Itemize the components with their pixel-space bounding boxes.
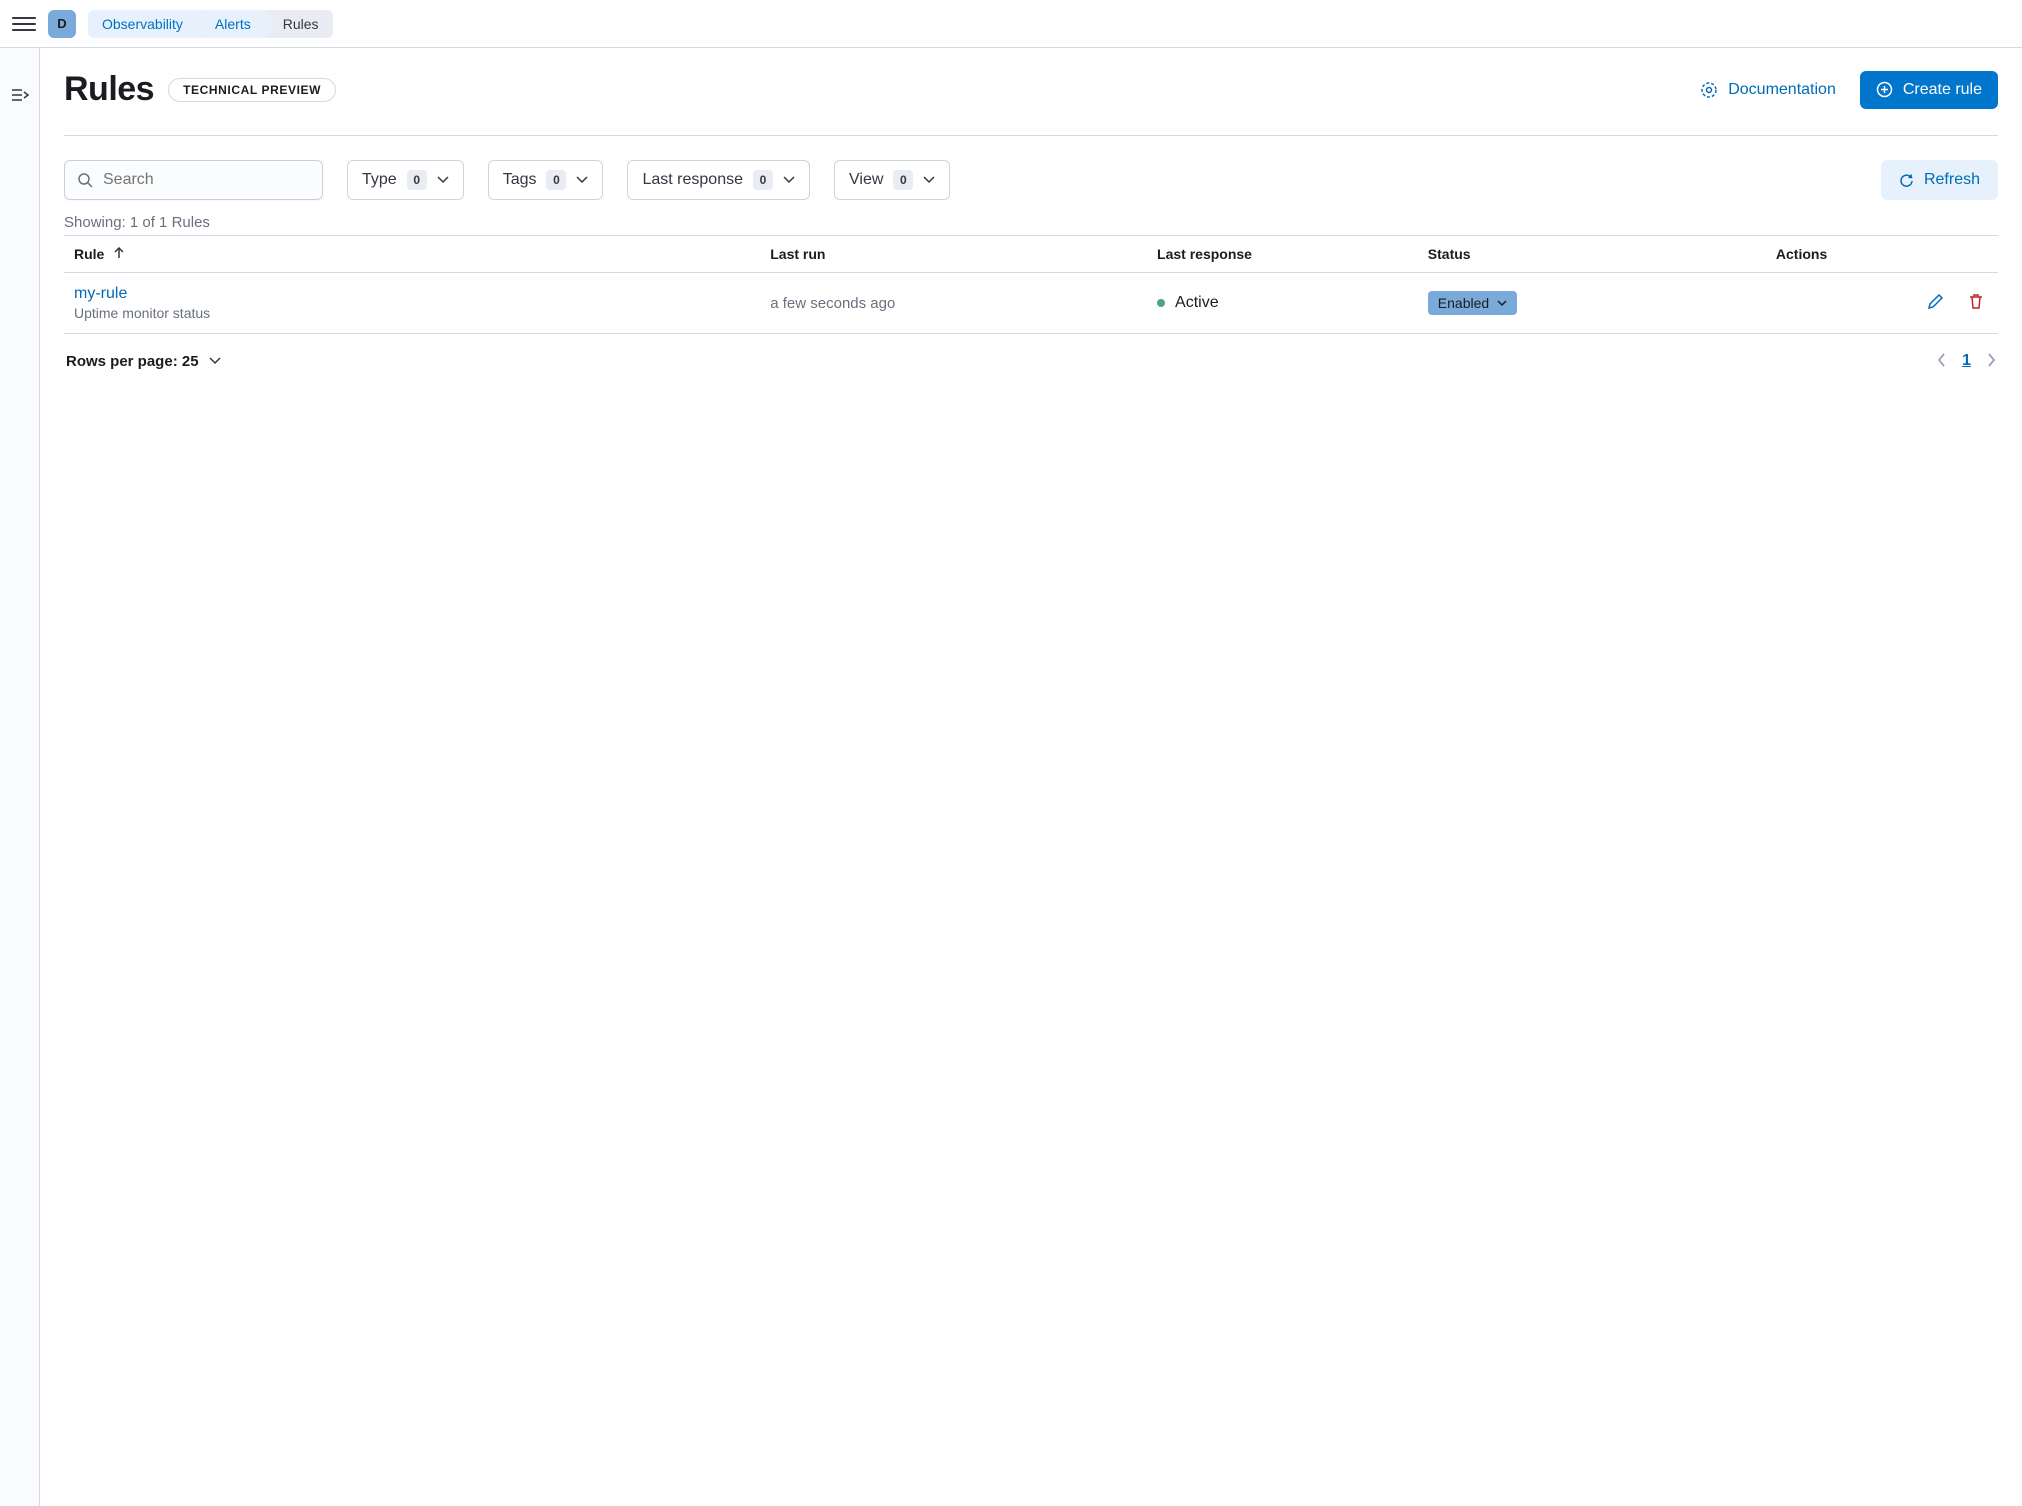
rows-per-page-selector[interactable]: Rows per page: 25	[66, 353, 221, 370]
refresh-icon	[1899, 173, 1914, 188]
pagination-page-1[interactable]: 1	[1962, 352, 1971, 370]
breadcrumb: Observability Alerts Rules	[88, 10, 333, 38]
rows-per-page-label: Rows per page: 25	[66, 353, 199, 370]
documentation-link[interactable]: Documentation	[1700, 81, 1836, 99]
topbar: D Observability Alerts Rules	[0, 0, 2022, 48]
sort-asc-icon	[114, 247, 124, 259]
refresh-label: Refresh	[1924, 171, 1980, 189]
breadcrumb-observability[interactable]: Observability	[88, 10, 197, 38]
pagination-next-button[interactable]	[1987, 353, 1996, 370]
plus-circle-icon	[1876, 81, 1893, 98]
filter-type-button[interactable]: Type 0	[347, 160, 464, 200]
breadcrumb-label: Rules	[283, 16, 319, 32]
search-icon	[77, 172, 93, 188]
pagination: 1	[1937, 352, 1996, 370]
column-header-actions: Actions	[1766, 236, 1998, 273]
nav-menu-button[interactable]	[12, 12, 36, 36]
filter-label: View	[849, 171, 883, 189]
rules-table: Rule Last run Last response	[64, 235, 1998, 334]
page-title: Rules	[64, 70, 154, 109]
filter-count-badge: 0	[753, 170, 773, 190]
cell-last-response: Active	[1157, 294, 1408, 312]
chevron-down-icon	[437, 176, 449, 184]
showing-count-text: Showing: 1 of 1 Rules	[64, 214, 1998, 231]
filter-tags-button[interactable]: Tags 0	[488, 160, 604, 200]
breadcrumb-rules: Rules	[265, 10, 333, 38]
last-response-text: Active	[1175, 294, 1219, 312]
column-header-last-response[interactable]: Last response	[1147, 236, 1418, 273]
refresh-button[interactable]: Refresh	[1881, 160, 1998, 200]
chevron-down-icon	[923, 176, 935, 184]
technical-preview-badge: TECHNICAL PREVIEW	[168, 78, 336, 102]
column-label: Status	[1428, 246, 1471, 262]
trash-icon	[1968, 293, 1984, 310]
space-avatar[interactable]: D	[48, 10, 76, 38]
status-badge-toggle[interactable]: Enabled	[1428, 291, 1517, 315]
breadcrumb-label: Alerts	[215, 16, 251, 32]
table-row: my-rule Uptime monitor status a few seco…	[64, 273, 1998, 334]
filter-label: Type	[362, 171, 397, 189]
search-box[interactable]	[64, 160, 323, 200]
filter-count-badge: 0	[893, 170, 913, 190]
column-header-rule[interactable]: Rule	[64, 236, 760, 273]
documentation-label: Documentation	[1728, 81, 1836, 99]
filter-view-button[interactable]: View 0	[834, 160, 950, 200]
chevron-down-icon	[783, 176, 795, 184]
pagination-prev-button[interactable]	[1937, 353, 1946, 370]
cell-last-run: a few seconds ago	[760, 273, 1147, 334]
create-rule-button[interactable]: Create rule	[1860, 71, 1998, 109]
status-text: Enabled	[1438, 295, 1489, 311]
rule-subtitle: Uptime monitor status	[74, 305, 750, 321]
sidebar-collapsed	[0, 48, 40, 1506]
help-icon	[1700, 81, 1718, 99]
column-label: Last response	[1157, 246, 1252, 262]
column-header-last-run[interactable]: Last run	[760, 236, 1147, 273]
page-header: Rules TECHNICAL PREVIEW Documentation	[64, 70, 1998, 136]
chevron-down-icon	[1497, 300, 1507, 307]
chevron-down-icon	[209, 357, 221, 365]
breadcrumb-alerts[interactable]: Alerts	[197, 10, 265, 38]
column-label: Actions	[1776, 246, 1827, 262]
rule-name-link[interactable]: my-rule	[74, 285, 750, 303]
pencil-icon	[1927, 293, 1944, 310]
column-label: Last run	[770, 246, 825, 262]
space-avatar-letter: D	[57, 16, 66, 31]
column-label: Rule	[74, 246, 104, 262]
status-dot-icon	[1157, 299, 1165, 307]
table-footer: Rows per page: 25 1	[64, 334, 1998, 388]
expand-nav-icon[interactable]	[11, 88, 29, 102]
filters-row: Type 0 Tags 0 Last response 0	[64, 160, 1998, 200]
filter-count-badge: 0	[546, 170, 566, 190]
main-content: Rules TECHNICAL PREVIEW Documentation	[40, 48, 2022, 1506]
filter-label: Last response	[642, 171, 743, 189]
create-rule-label: Create rule	[1903, 81, 1982, 99]
edit-rule-button[interactable]	[1923, 289, 1948, 317]
filter-last-response-button[interactable]: Last response 0	[627, 160, 810, 200]
delete-rule-button[interactable]	[1964, 289, 1988, 317]
chevron-down-icon	[576, 176, 588, 184]
filter-count-badge: 0	[407, 170, 427, 190]
column-header-status[interactable]: Status	[1418, 236, 1766, 273]
breadcrumb-label: Observability	[102, 16, 183, 32]
search-input[interactable]	[103, 171, 310, 189]
filter-label: Tags	[503, 171, 537, 189]
